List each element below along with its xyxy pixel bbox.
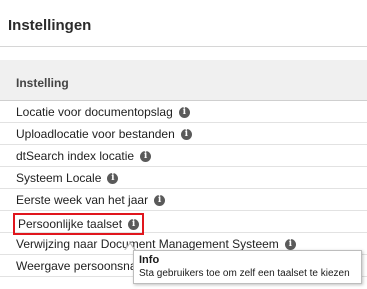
info-icon[interactable]: i — [178, 106, 190, 118]
row-label: Verwijzing naar Document Management Syst… — [16, 237, 279, 251]
highlight-box: Persoonlijke taalset i — [13, 213, 145, 235]
row-label: dtSearch index locatie — [16, 149, 135, 163]
info-icon[interactable]: i — [107, 172, 119, 184]
info-icon[interactable]: i — [128, 218, 140, 230]
info-icon[interactable]: i — [154, 194, 166, 206]
info-icon[interactable]: i — [140, 150, 152, 162]
title-divider — [0, 46, 367, 47]
row-label: Persoonlijke taalset — [18, 217, 123, 231]
row-label: Eerste week van het jaar — [16, 193, 149, 207]
table-row[interactable]: Locatie voor documentopslag i — [0, 101, 367, 123]
row-label: Locatie voor documentopslag — [16, 105, 173, 119]
tooltip-title: Info — [139, 254, 160, 266]
settings-panel: Instellingen Instelling Locatie voor doc… — [0, 0, 367, 289]
table-row[interactable]: Eerste week van het jaar i — [0, 189, 367, 211]
table-header: Instelling — [0, 60, 367, 101]
info-icon[interactable]: i — [284, 238, 296, 250]
row-label: Systeem Locale — [16, 171, 102, 185]
table-row[interactable]: Systeem Locale i — [0, 167, 367, 189]
table-row-highlighted[interactable]: Persoonlijke taalset i — [0, 211, 367, 235]
column-header-instelling: Instelling — [16, 76, 69, 90]
row-label: Uploadlocatie voor bestanden — [16, 127, 175, 141]
info-tooltip: Info Sta gebruikers toe om zelf een taal… — [133, 250, 362, 284]
table-row[interactable]: dtSearch index locatie i — [0, 145, 367, 167]
table-row[interactable]: Uploadlocatie voor bestanden i — [0, 123, 367, 145]
tooltip-body: Sta gebruikers toe om zelf een taalset t… — [139, 268, 350, 279]
info-icon[interactable]: i — [180, 128, 192, 140]
panel-title: Instellingen — [8, 17, 92, 34]
